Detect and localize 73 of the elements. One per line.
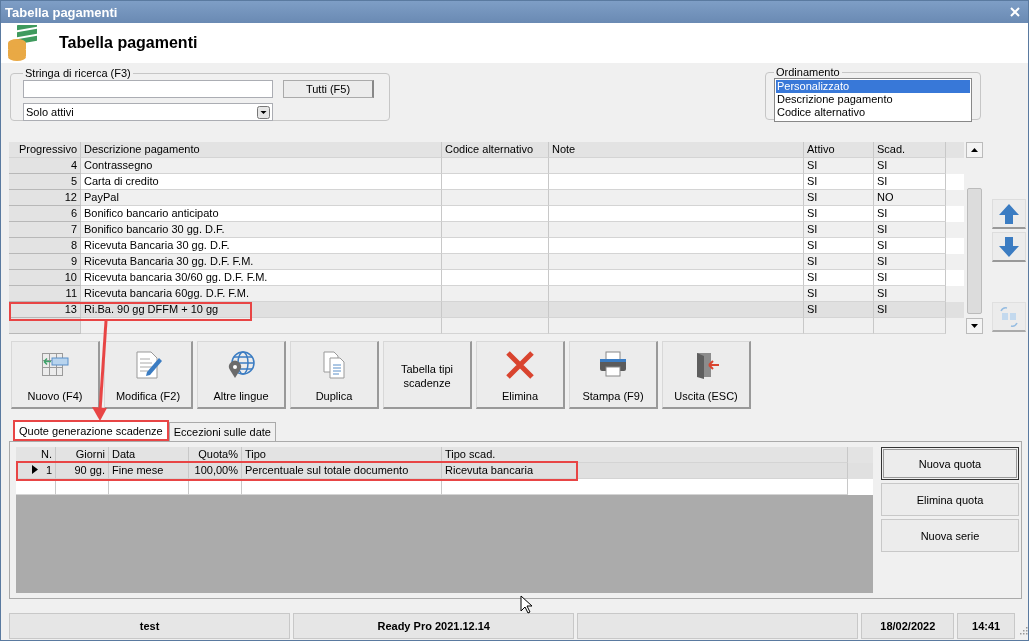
table-cell: 90 gg.	[74, 464, 105, 476]
table-cell: 4	[9, 158, 81, 174]
close-icon[interactable]	[1010, 7, 1020, 17]
table-row[interactable]: 8 Ricevuta Bancaria 30 gg. D.F. SI SI	[9, 238, 964, 254]
page-title: Tabella pagamenti	[59, 34, 198, 52]
table-cell: Percentuale sul totale documento	[245, 464, 409, 476]
table-cell: 12	[9, 190, 81, 206]
table-row[interactable]: 1 90 gg. Fine mese 100,00% Percentuale sul totale documento Ricevuta bancaria	[16, 463, 873, 479]
quote-button[interactable]: Elimina quota	[881, 483, 1019, 516]
toolbar-button[interactable]: Uscita (ESC)	[662, 341, 751, 409]
scroll-up-icon[interactable]	[966, 142, 983, 158]
table-cell: 10	[9, 270, 81, 286]
filter-dropdown[interactable]: Solo attivi	[23, 103, 273, 121]
swap-icon	[997, 304, 1021, 329]
show-all-button[interactable]: Tutti (F5)	[283, 80, 374, 98]
tab[interactable]: Eccezioni sulle date	[168, 422, 276, 441]
toolbar-button[interactable]: Duplica	[290, 341, 379, 409]
table-cell: Ricevuta bancaria	[445, 464, 534, 476]
x-icon	[505, 350, 535, 380]
printer-icon	[598, 350, 628, 378]
table-cell: 11	[9, 286, 81, 302]
status-panel: test	[9, 613, 291, 639]
table-row[interactable]: 4 Contrassegno SI SI	[9, 158, 964, 174]
table-cell: Fine mese	[112, 464, 164, 476]
move-down-button[interactable]	[992, 232, 1026, 262]
group-label: Ordinamento	[775, 66, 841, 78]
ordering-option[interactable]: Personalizzato	[776, 80, 970, 93]
globe-pin-icon	[226, 350, 256, 380]
table-cell: 7	[9, 222, 81, 238]
down-arrow-icon	[998, 235, 1020, 258]
mouse-pointer-icon	[520, 595, 532, 614]
ordering-option[interactable]: Descrizione pagamento	[776, 93, 970, 106]
document-pen-icon	[133, 350, 163, 380]
tab[interactable]: Quote generazione scadenze	[13, 420, 169, 441]
window-title: Tabella pagamenti	[5, 4, 118, 20]
money-icon	[7, 25, 39, 61]
ordering-option[interactable]: Codice alternativo	[776, 106, 970, 119]
table-row[interactable]: 7 Bonifico bancario 30 gg. D.F. SI SI	[9, 222, 964, 238]
row-pointer-icon	[31, 465, 38, 474]
status-panel: 18/02/2022	[861, 613, 955, 639]
table-cell: 9	[9, 254, 81, 270]
toolbar-button[interactable]: Stampa (F9)	[569, 341, 658, 409]
table-row[interactable]: 6 Bonifico bancario anticipato SI SI	[9, 206, 964, 222]
group-label: Stringa di ricerca (F3)	[24, 67, 132, 79]
toolbar-button[interactable]: Nuovo (F4)	[11, 341, 100, 409]
table-row[interactable]: 9 Ricevuta Bancaria 30 gg. D.F. F.M. SI SI	[9, 254, 964, 270]
status-panel: 14:41	[957, 613, 1015, 639]
scrollbar[interactable]	[966, 142, 983, 334]
table-add-icon	[40, 350, 70, 378]
quote-button[interactable]: Nuova serie	[881, 519, 1019, 552]
scroll-down-icon[interactable]	[966, 318, 983, 334]
table-row[interactable]: 10 Ricevuta bancaria 30/60 gg. D.F. F.M. SI SI	[9, 270, 964, 286]
table-cell: 1	[45, 464, 52, 476]
table-cell: 5	[9, 174, 81, 190]
search-field[interactable]	[23, 80, 273, 98]
table-row[interactable]: 11 Ricevuta bancaria 60gg. D.F. F.M. SI SI	[9, 286, 964, 302]
table-cell: 100,00%	[194, 464, 238, 476]
move-up-button[interactable]	[992, 199, 1026, 229]
toolbar-button[interactable]: Tabella tipi scadenze	[383, 341, 472, 409]
toolbar-button[interactable]: Modifica (F2)	[104, 341, 193, 409]
table-row[interactable]: 12 PayPal SI NO	[9, 190, 964, 206]
toolbar-button[interactable]: Altre lingue	[197, 341, 286, 409]
resize-grip-icon[interactable]	[1020, 627, 1028, 635]
table-cell: 6	[9, 206, 81, 222]
table-row[interactable]: 5 Carta di credito SI SI	[9, 174, 964, 190]
table-row[interactable]: 13 Ri.Ba. 90 gg DFFM + 10 gg SI SI	[9, 302, 964, 318]
up-arrow-icon	[998, 202, 1020, 225]
table-cell: 8	[9, 238, 81, 254]
status-panel: Ready Pro 2021.12.14	[293, 613, 575, 639]
quote-button[interactable]: Nuova quota	[881, 447, 1019, 480]
renumber-button[interactable]	[992, 302, 1026, 332]
scrollbar-thumb[interactable]	[967, 188, 982, 314]
toolbar-button[interactable]: Elimina	[476, 341, 565, 409]
